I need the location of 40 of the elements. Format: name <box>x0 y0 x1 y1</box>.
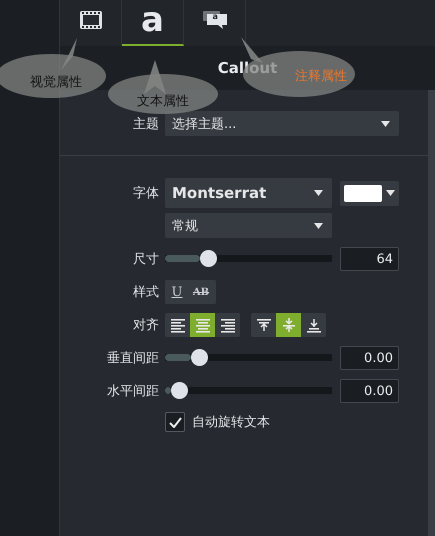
align-middle-icon <box>282 318 296 332</box>
text-tab-glyph: a <box>141 3 164 37</box>
checkbox[interactable] <box>165 412 185 432</box>
check-icon <box>168 416 182 428</box>
size-label: 尺寸 <box>132 251 159 268</box>
caret-icon <box>381 120 390 126</box>
slider-thumb[interactable] <box>190 349 208 366</box>
caret-icon <box>314 222 323 228</box>
underline-button[interactable]: U <box>166 280 188 304</box>
annotation-label: 视觉属性 <box>30 74 82 91</box>
align-label: 对齐 <box>132 317 159 334</box>
annotation-label: 注释属性 <box>295 68 347 85</box>
checkbox-label: 自动旋转文本 <box>192 414 270 431</box>
align-center-icon <box>196 318 210 332</box>
caret-icon <box>314 190 323 196</box>
align-bottom-icon <box>306 318 320 332</box>
slider-fill <box>165 387 171 394</box>
strike-button[interactable]: AB <box>188 280 214 304</box>
caret-icon <box>386 190 395 196</box>
size-input[interactable]: 64 <box>340 247 399 271</box>
font-dropdown[interactable]: Montserrat <box>165 178 332 208</box>
align-left-icon <box>170 318 184 332</box>
slider-fill <box>165 255 200 262</box>
slider-fill <box>165 354 190 361</box>
slider-thumb[interactable] <box>171 382 188 399</box>
theme-label: 主题 <box>132 116 159 132</box>
theme-dropdown[interactable]: 选择主题... <box>165 111 399 136</box>
align-top-icon <box>256 318 270 332</box>
weight-dropdown[interactable]: 常规 <box>165 213 332 238</box>
slider-thumb[interactable] <box>200 250 216 267</box>
spacing-label: 垂直间距 <box>106 350 159 367</box>
spacing-input[interactable]: 0.00 <box>340 379 399 403</box>
style-label: 样式 <box>132 284 159 301</box>
spacing-input[interactable]: 0.00 <box>340 346 399 370</box>
font-label: 字体 <box>132 185 159 202</box>
spacing-label: 水平间距 <box>106 383 159 400</box>
film-icon <box>78 10 102 30</box>
color-picker[interactable] <box>340 180 399 206</box>
annotation-label: 文本属性 <box>137 93 189 110</box>
align-right-icon <box>220 318 234 332</box>
